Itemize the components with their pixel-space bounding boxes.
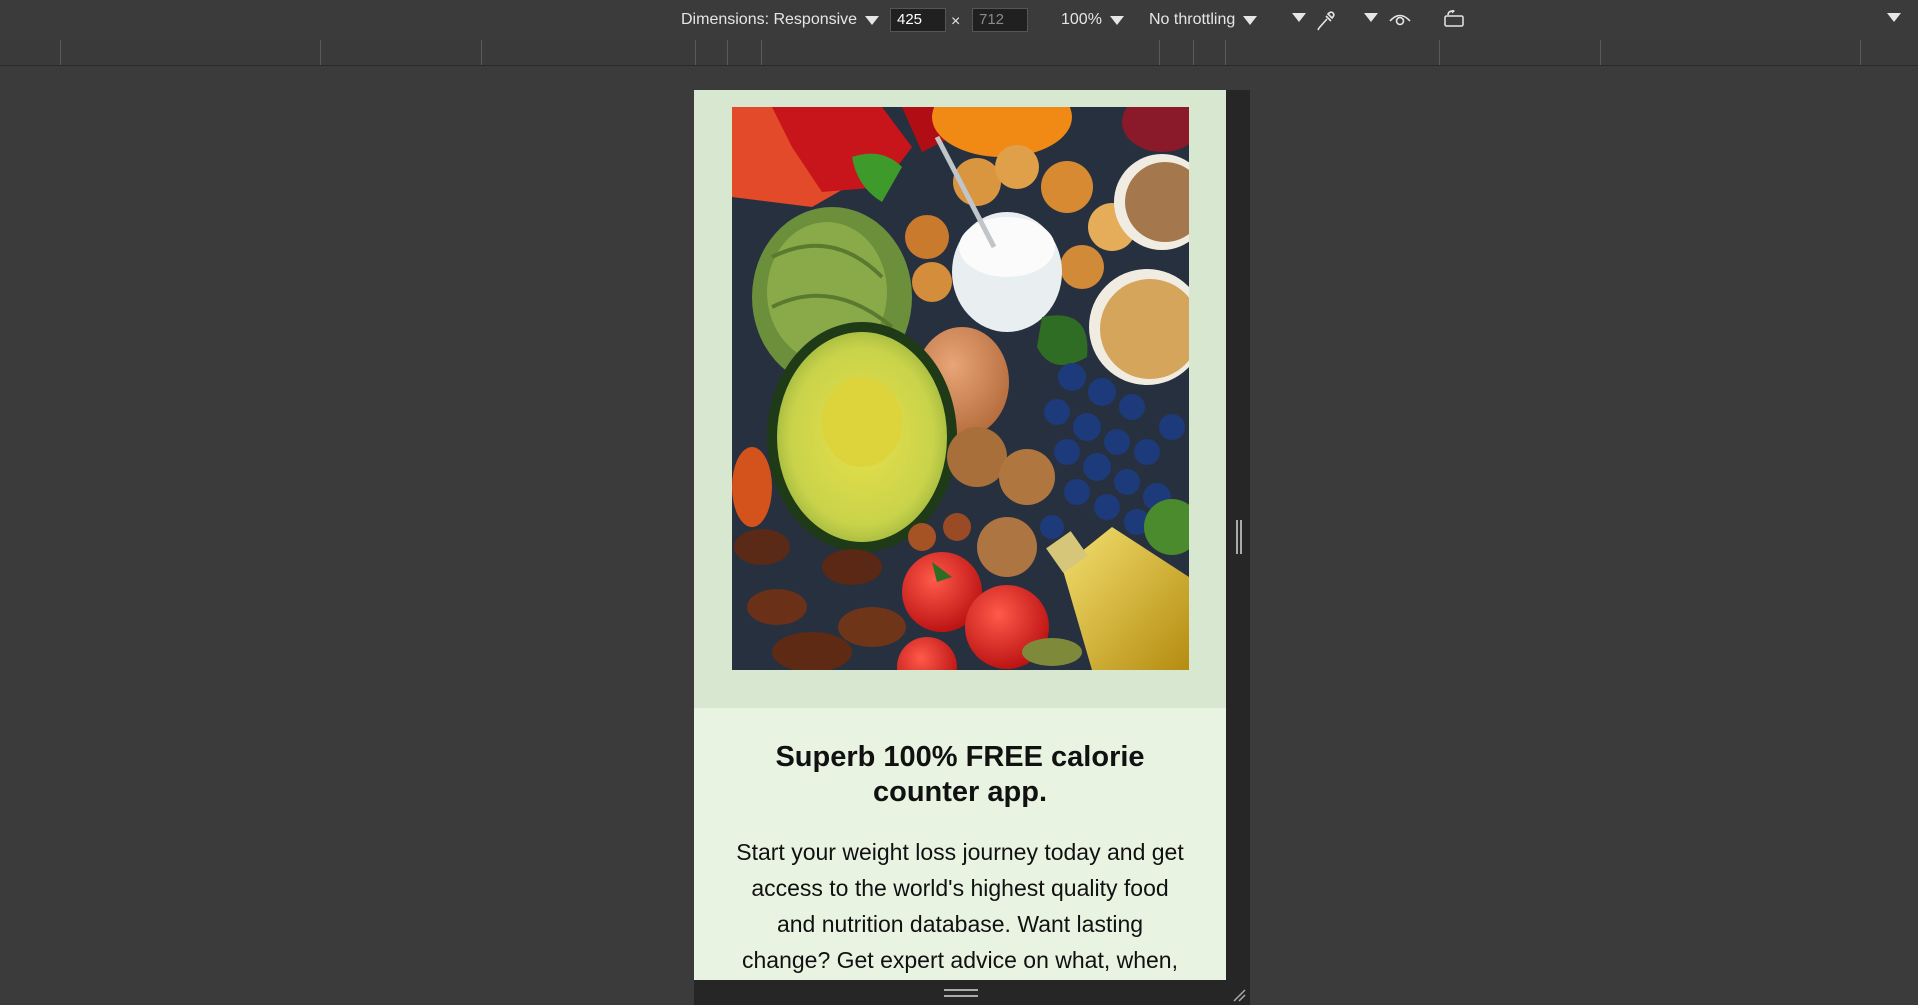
chevron-down-icon xyxy=(1109,15,1124,25)
chevron-down-icon xyxy=(865,15,880,25)
ruler-tick xyxy=(481,40,482,65)
ruler-tick xyxy=(695,40,696,65)
rotate-button[interactable] xyxy=(1442,10,1466,28)
ruler-tick xyxy=(1159,40,1160,65)
device-toolbar: Dimensions: Responsive 425 × 712 100% No… xyxy=(0,0,1918,41)
ruler-tick xyxy=(1860,40,1861,65)
viewport-bottom-resize-track[interactable] xyxy=(694,980,1250,1005)
rotate-device-icon xyxy=(1444,10,1464,27)
eyedropper-icon xyxy=(1317,11,1335,31)
ruler-tick xyxy=(727,40,728,65)
food-illustration xyxy=(732,107,1189,670)
vision-dropdown[interactable] xyxy=(1364,13,1378,22)
dimensions-label: Dimensions: Responsive xyxy=(681,11,858,28)
throttling-dropdown[interactable]: No throttling xyxy=(1149,9,1258,31)
corner-resize-icon[interactable] xyxy=(1230,986,1246,1002)
toolbar-menu-dropdown[interactable] xyxy=(1887,13,1901,22)
ruler-tick xyxy=(1193,40,1194,65)
chevron-down-icon xyxy=(1364,13,1378,22)
zoom-label: 100% xyxy=(1061,11,1102,28)
height-input[interactable]: 712 xyxy=(972,8,1028,32)
hero-food-image xyxy=(732,107,1189,670)
ruler-tick xyxy=(1225,40,1226,65)
times-separator: × xyxy=(951,13,961,30)
dimensions-dropdown[interactable]: Dimensions: Responsive xyxy=(681,9,880,31)
bottom-resize-handle[interactable] xyxy=(944,989,978,997)
chevron-down-icon xyxy=(1243,15,1258,25)
promo-text-section: Superb 100% FREE calorie counter app. St… xyxy=(694,708,1226,980)
ruler-tick xyxy=(761,40,762,65)
ruler-tick xyxy=(60,40,61,65)
eyedropper-button[interactable] xyxy=(1316,9,1336,31)
hero-image-section xyxy=(694,90,1226,708)
page-body-text: Start your weight loss journey today and… xyxy=(736,839,1184,973)
chevron-down-icon xyxy=(1887,13,1901,22)
media-query-bar[interactable] xyxy=(0,40,1918,66)
more-options-dropdown[interactable] xyxy=(1292,13,1306,22)
throttling-label: No throttling xyxy=(1149,11,1236,28)
chevron-down-icon xyxy=(1292,13,1306,22)
ruler-tick xyxy=(320,40,321,65)
eye-icon xyxy=(1389,14,1411,26)
zoom-dropdown[interactable]: 100% xyxy=(1061,9,1124,31)
vision-deficiency-button[interactable] xyxy=(1388,10,1412,28)
page-headline: Superb 100% FREE calorie counter app. xyxy=(775,741,1145,808)
ruler-tick xyxy=(1600,40,1601,65)
device-viewport: Superb 100% FREE calorie counter app. St… xyxy=(694,90,1226,980)
right-resize-handle[interactable] xyxy=(1236,520,1242,554)
ruler-tick xyxy=(1439,40,1440,65)
width-input[interactable]: 425 xyxy=(890,8,946,32)
